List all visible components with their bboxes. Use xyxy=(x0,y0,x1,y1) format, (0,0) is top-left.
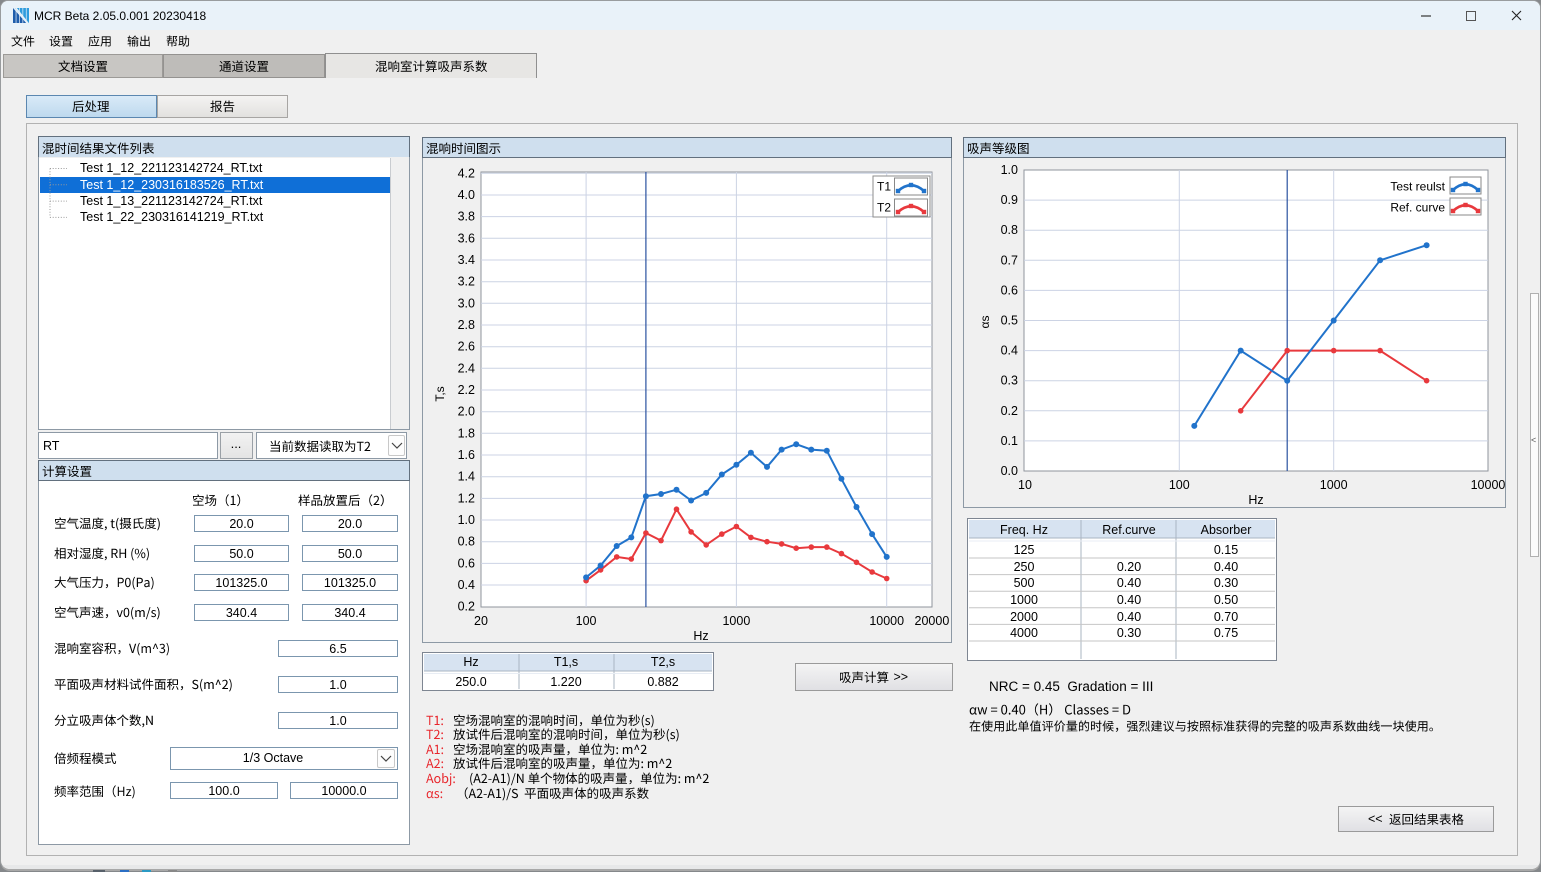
svg-text:4.2: 4.2 xyxy=(458,166,475,180)
svg-text:0.4: 0.4 xyxy=(1001,344,1018,358)
svg-text:T,s: T,s xyxy=(433,386,447,401)
svg-text:0.7: 0.7 xyxy=(1001,253,1018,267)
svg-text:Hz: Hz xyxy=(1248,493,1263,507)
svg-text:1000: 1000 xyxy=(1320,478,1348,492)
svg-text:2.0: 2.0 xyxy=(458,405,475,419)
svg-text:Ref. curve: Ref. curve xyxy=(1390,201,1445,215)
svg-text:Hz: Hz xyxy=(693,629,708,642)
svg-text:3.0: 3.0 xyxy=(458,296,475,310)
svg-text:1.8: 1.8 xyxy=(458,426,475,440)
svg-text:3.8: 3.8 xyxy=(458,210,475,224)
svg-text:αs: αs xyxy=(978,316,992,329)
svg-text:0.0: 0.0 xyxy=(1001,464,1018,478)
svg-text:3.6: 3.6 xyxy=(458,231,475,245)
svg-text:0.1: 0.1 xyxy=(1001,434,1018,448)
svg-text:2.6: 2.6 xyxy=(458,340,475,354)
svg-text:0.5: 0.5 xyxy=(1001,314,1018,328)
svg-text:100: 100 xyxy=(576,614,597,628)
svg-text:1.2: 1.2 xyxy=(458,491,475,505)
svg-text:0.4: 0.4 xyxy=(458,578,475,592)
svg-text:4.0: 4.0 xyxy=(458,188,475,202)
svg-text:1.0: 1.0 xyxy=(1001,163,1018,177)
svg-text:1000: 1000 xyxy=(722,614,750,628)
svg-text:0.6: 0.6 xyxy=(458,556,475,570)
svg-text:1.4: 1.4 xyxy=(458,470,475,484)
svg-text:0.8: 0.8 xyxy=(1001,223,1018,237)
svg-text:100: 100 xyxy=(1169,478,1190,492)
svg-text:2.4: 2.4 xyxy=(458,361,475,375)
svg-text:0.6: 0.6 xyxy=(1001,283,1018,297)
svg-text:10000: 10000 xyxy=(1471,478,1505,492)
svg-text:Test reulst: Test reulst xyxy=(1390,180,1445,194)
svg-text:T1: T1 xyxy=(877,180,891,194)
svg-text:0.2: 0.2 xyxy=(458,600,475,614)
svg-text:0.3: 0.3 xyxy=(1001,374,1018,388)
svg-text:2.2: 2.2 xyxy=(458,383,475,397)
svg-text:2.8: 2.8 xyxy=(458,318,475,332)
svg-text:0.2: 0.2 xyxy=(1001,404,1018,418)
svg-text:20000: 20000 xyxy=(915,614,950,628)
svg-text:10000: 10000 xyxy=(869,614,904,628)
svg-text:0.8: 0.8 xyxy=(458,535,475,549)
svg-text:20: 20 xyxy=(474,614,488,628)
svg-text:1.0: 1.0 xyxy=(458,513,475,527)
svg-text:3.4: 3.4 xyxy=(458,253,475,267)
svg-text:3.2: 3.2 xyxy=(458,275,475,289)
svg-text:T2: T2 xyxy=(877,201,891,215)
svg-text:10: 10 xyxy=(1018,478,1032,492)
svg-text:1.6: 1.6 xyxy=(458,448,475,462)
svg-text:0.9: 0.9 xyxy=(1001,193,1018,207)
